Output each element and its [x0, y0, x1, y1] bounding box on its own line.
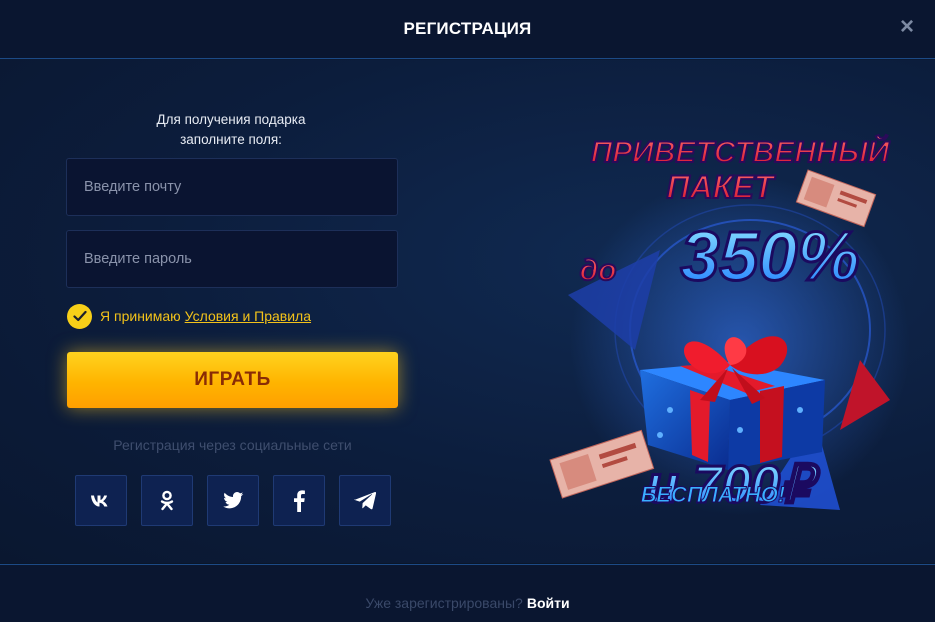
terms-link[interactable]: Условия и Правила [185, 308, 311, 324]
terms-text: Я принимаю [100, 308, 181, 324]
vk-button[interactable] [75, 475, 127, 526]
vk-icon [91, 495, 108, 506]
modal-header: РЕГИСТРАЦИЯ × [0, 0, 935, 59]
social-buttons [75, 475, 391, 526]
modal-body: Для получения подарка заполните поля: Я … [0, 60, 935, 563]
facebook-button[interactable] [273, 475, 325, 526]
twitter-button[interactable] [207, 475, 259, 526]
email-field[interactable] [66, 158, 398, 216]
odnoklassniki-button[interactable] [141, 475, 193, 526]
welcome-promo-banner: ПРИВЕТСТВЕННЫЙ ПАКЕТ до 350% и 700₽ [549, 133, 910, 516]
promo-line-1: ПРИВЕТСТВЕННЫЙ [591, 134, 891, 169]
facebook-icon [294, 489, 305, 512]
telegram-button[interactable] [339, 475, 391, 526]
registration-modal: РЕГИСТРАЦИЯ × Для получения подарка запо… [0, 0, 935, 622]
modal-footer: Уже зарегистрированы? Войти [0, 564, 935, 622]
modal-title: РЕГИСТРАЦИЯ [403, 19, 532, 38]
already-registered-text: Уже зарегистрированы? [365, 595, 523, 611]
login-link[interactable]: Войти [527, 595, 570, 611]
intro-line-2: заполните поля: [180, 132, 282, 147]
promo-line-2: ПАКЕТ [667, 169, 776, 205]
telegram-icon [354, 491, 376, 510]
social-label: Регистрация через социальные сети [113, 437, 352, 453]
password-field[interactable] [66, 230, 398, 288]
login-prompt: Уже зарегистрированы? Войти [0, 595, 935, 611]
check-icon [72, 310, 87, 322]
intro-line-1: Для получения подарка [156, 112, 306, 127]
terms-row: Я принимаю Условия и Правила [67, 303, 311, 329]
promo-line-3-value: 350% [680, 217, 859, 295]
promo-line-3-prefix: до [580, 254, 617, 287]
terms-checkbox[interactable] [67, 303, 92, 329]
form-intro: Для получения подарка заполните поля: [100, 110, 362, 150]
twitter-icon [222, 492, 243, 509]
close-icon[interactable]: × [897, 15, 917, 39]
play-button[interactable]: ИГРАТЬ [67, 352, 398, 408]
promo-line-5: БЕСПЛАТНО! [640, 482, 786, 508]
odnoklassniki-icon [160, 490, 174, 510]
